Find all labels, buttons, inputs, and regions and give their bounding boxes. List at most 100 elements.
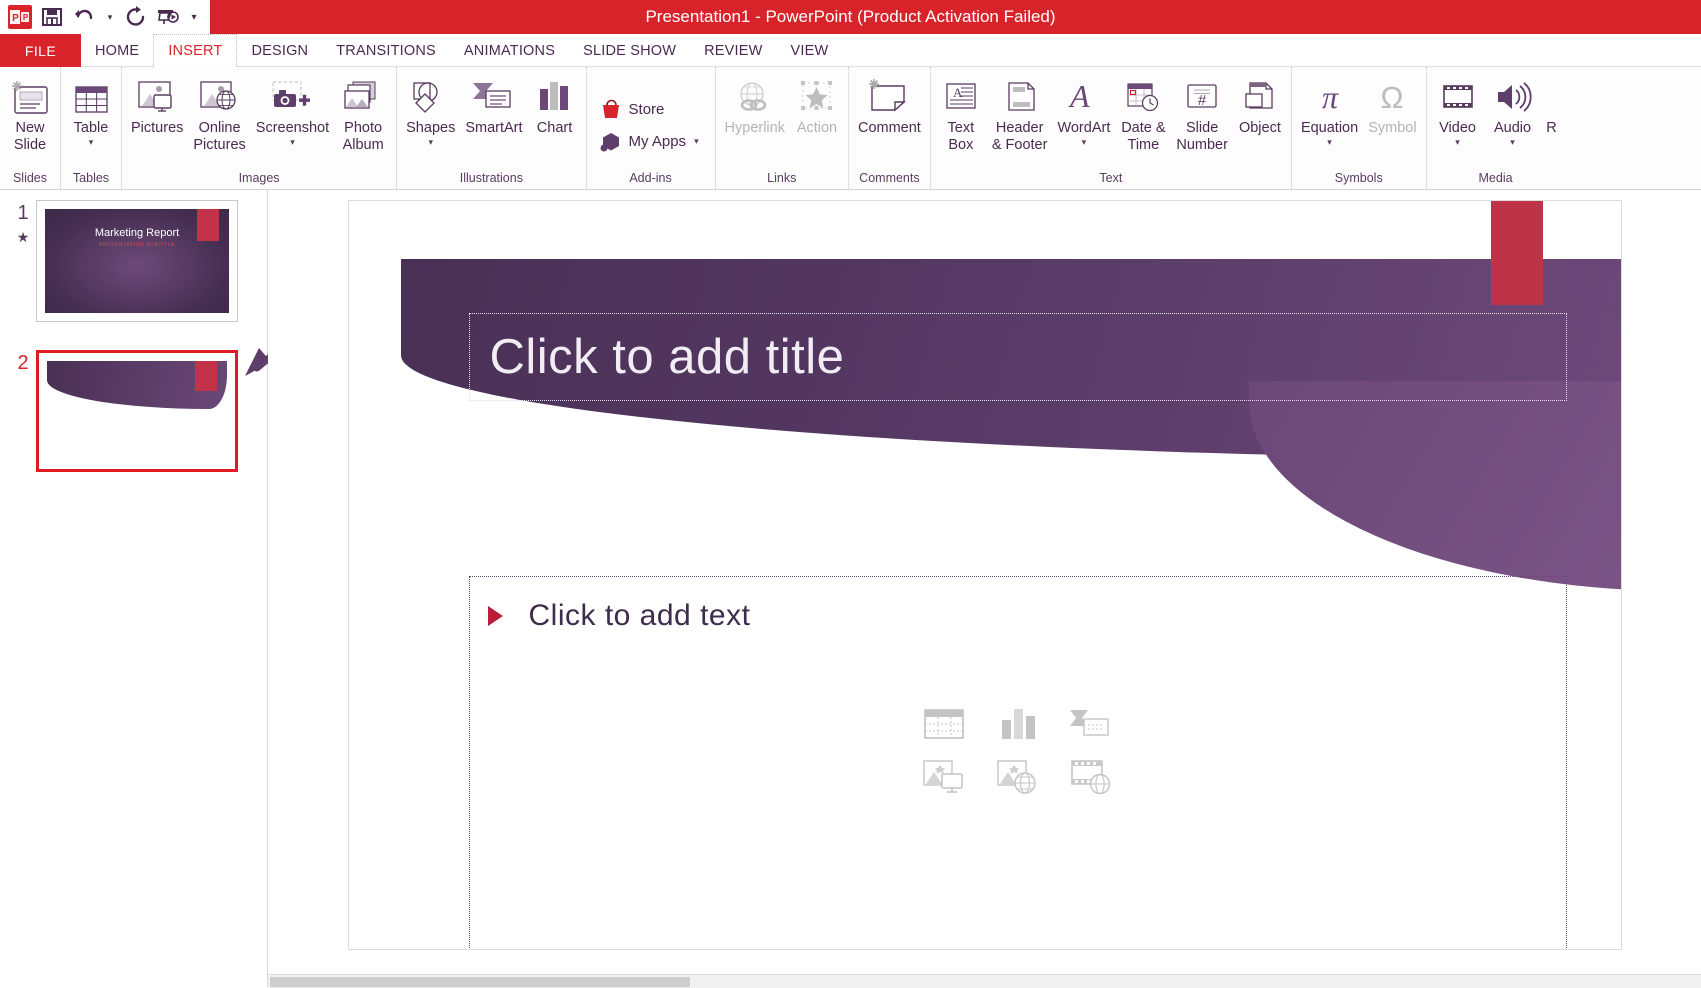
tab-slide-show[interactable]: SLIDE SHOW — [569, 34, 690, 67]
smartart-button[interactable]: SmartArt — [460, 71, 527, 137]
audio-dropdown-caret-icon[interactable]: ▾ — [1510, 138, 1515, 147]
video-dropdown-caret-icon[interactable]: ▾ — [1455, 138, 1460, 147]
video-button[interactable]: Video ▾ — [1431, 71, 1485, 147]
slide-thumbnail-2[interactable] — [36, 350, 238, 472]
undo-button[interactable] — [68, 0, 100, 34]
svg-text:A: A — [1068, 78, 1090, 114]
text-box-button[interactable]: A Text Box — [935, 71, 987, 154]
screenshot-button[interactable]: Screenshot ▾ — [251, 71, 334, 147]
insert-table-icon[interactable] — [916, 702, 972, 746]
screenshot-icon — [266, 74, 318, 118]
ribbon-group-links: Hyperlink Action Links — [714, 67, 848, 189]
date-time-label: Date & Time — [1121, 120, 1166, 153]
symbol-button[interactable]: Ω Symbol — [1363, 71, 1421, 137]
save-button[interactable] — [36, 0, 68, 34]
slide-number-1: 1 — [17, 202, 29, 224]
audio-icon — [1490, 74, 1536, 118]
date-time-button[interactable]: Date & Time — [1115, 71, 1171, 154]
object-button[interactable]: Object — [1233, 71, 1287, 137]
hyperlink-button[interactable]: Hyperlink — [720, 71, 790, 137]
table-button[interactable]: Table ▾ — [65, 71, 117, 147]
tab-animations[interactable]: ANIMATIONS — [450, 34, 569, 67]
my-apps-dropdown-caret-icon[interactable]: ▾ — [694, 136, 699, 147]
slide-number-icon: # — [1180, 74, 1224, 118]
tab-home[interactable]: HOME — [81, 34, 153, 67]
insert-video-icon[interactable] — [1064, 756, 1120, 800]
tab-design[interactable]: DESIGN — [237, 34, 322, 67]
thumbnail-row-2[interactable]: 2 — [0, 350, 267, 472]
insert-online-pictures-icon[interactable] — [990, 756, 1046, 800]
undo-icon — [75, 9, 93, 20]
tab-file[interactable]: FILE — [0, 34, 81, 67]
insert-pictures-icon[interactable] — [916, 756, 972, 800]
equation-dropdown-caret-icon[interactable]: ▾ — [1327, 138, 1332, 147]
tab-insert[interactable]: INSERT — [153, 34, 238, 67]
screen-recording-button[interactable]: R — [1541, 71, 1561, 137]
header-footer-button[interactable]: Header & Footer — [987, 71, 1053, 154]
quick-access-toolbar: P P ▾ ▾ — [0, 0, 210, 34]
equation-button[interactable]: π Equation ▾ — [1296, 71, 1363, 147]
tab-transitions[interactable]: TRANSITIONS — [322, 34, 450, 67]
photo-album-button[interactable]: Photo Album — [334, 71, 392, 154]
wordart-dropdown-caret-icon[interactable]: ▾ — [1082, 138, 1087, 147]
video-icon — [1436, 74, 1480, 118]
screenshot-dropdown-caret-icon[interactable]: ▾ — [290, 138, 295, 147]
insert-smartart-icon[interactable] — [1064, 702, 1120, 746]
redo-icon — [126, 6, 145, 26]
wordart-button[interactable]: A WordArt ▾ — [1052, 71, 1115, 147]
new-slide-button[interactable]: New Slide — [4, 71, 56, 154]
chart-icon — [533, 74, 577, 118]
slide-number-button[interactable]: # Slide Number — [1171, 71, 1233, 154]
photo-album-icon — [339, 74, 387, 118]
ribbon-group-images: Pictures Online Pictures Screenshot ▾ Ph… — [121, 67, 396, 189]
horizontal-scrollbar[interactable] — [268, 974, 1701, 988]
shapes-dropdown-caret-icon[interactable]: ▾ — [428, 138, 433, 147]
comment-icon — [862, 74, 916, 118]
online-pictures-button[interactable]: Online Pictures — [188, 71, 250, 154]
audio-button[interactable]: Audio ▾ — [1485, 71, 1541, 147]
shapes-label: Shapes — [406, 120, 456, 136]
title-placeholder[interactable]: Click to add title — [468, 313, 1567, 401]
slide1-title-text: Marketing Report — [94, 227, 180, 239]
shapes-icon — [408, 74, 454, 118]
pictures-button[interactable]: Pictures — [126, 71, 188, 137]
action-button[interactable]: Action — [790, 71, 844, 137]
ribbon-group-addins: Store My Apps ▾ Add-ins — [585, 67, 715, 189]
ribbon: New Slide Slides Table ▾ Tables Pictures… — [0, 67, 1701, 190]
object-icon — [1238, 74, 1282, 118]
thumbnail-row-1[interactable]: 1 ★ Marketing Report PRESENTATION SUBTIT… — [0, 200, 267, 322]
slide1-subtitle-text: PRESENTATION SUBTITLE — [98, 242, 176, 248]
comment-button[interactable]: Comment — [853, 71, 926, 137]
content-placeholder-bullet-row: Click to add text — [487, 599, 751, 633]
table-dropdown-caret-icon[interactable]: ▾ — [89, 138, 94, 147]
video-label: Video — [1439, 120, 1476, 136]
slide2-accent-tab — [195, 361, 217, 391]
audio-label: Audio — [1494, 120, 1532, 136]
tab-review[interactable]: REVIEW — [690, 34, 776, 67]
slide-canvas[interactable]: Click to add title Click to add text — [347, 200, 1622, 950]
tab-view[interactable]: VIEW — [777, 34, 843, 67]
shapes-button[interactable]: Shapes ▾ — [401, 71, 460, 147]
screen-recording-label: R — [1546, 120, 1557, 136]
title-bar: P P ▾ ▾ Presentation1 - PowerPoint (Prod… — [0, 0, 1701, 34]
horizontal-scrollbar-thumb[interactable] — [270, 977, 690, 987]
bullet-triangle-icon — [487, 606, 503, 626]
start-slideshow-button[interactable] — [152, 0, 184, 34]
slide-thumbnail-1[interactable]: Marketing Report PRESENTATION SUBTITLE — [36, 200, 238, 322]
store-icon — [602, 99, 619, 118]
content-placeholder[interactable]: Click to add text — [468, 576, 1567, 949]
chart-button[interactable]: Chart — [528, 71, 582, 137]
ribbon-group-comments: Comment Comments — [847, 67, 930, 189]
insert-chart-icon[interactable] — [990, 702, 1046, 746]
redo-button[interactable] — [120, 0, 152, 34]
store-button[interactable]: Store — [591, 93, 671, 125]
my-apps-button[interactable]: My Apps ▾ — [591, 125, 705, 157]
slides-thumbnail-panel[interactable]: 1 ★ Marketing Report PRESENTATION SUBTIT… — [0, 190, 337, 987]
animation-star-icon: ★ — [16, 229, 30, 245]
ribbon-group-symbols: π Equation ▾ Ω Symbol Symbols — [1290, 67, 1426, 189]
undo-dropdown-button[interactable]: ▾ — [100, 0, 120, 34]
new-slide-icon — [9, 74, 51, 118]
action-label: Action — [796, 120, 838, 136]
customize-quick-access-button[interactable]: ▾ — [184, 0, 204, 34]
slide-editor-area: Click to add title Click to add text — [268, 190, 1701, 987]
